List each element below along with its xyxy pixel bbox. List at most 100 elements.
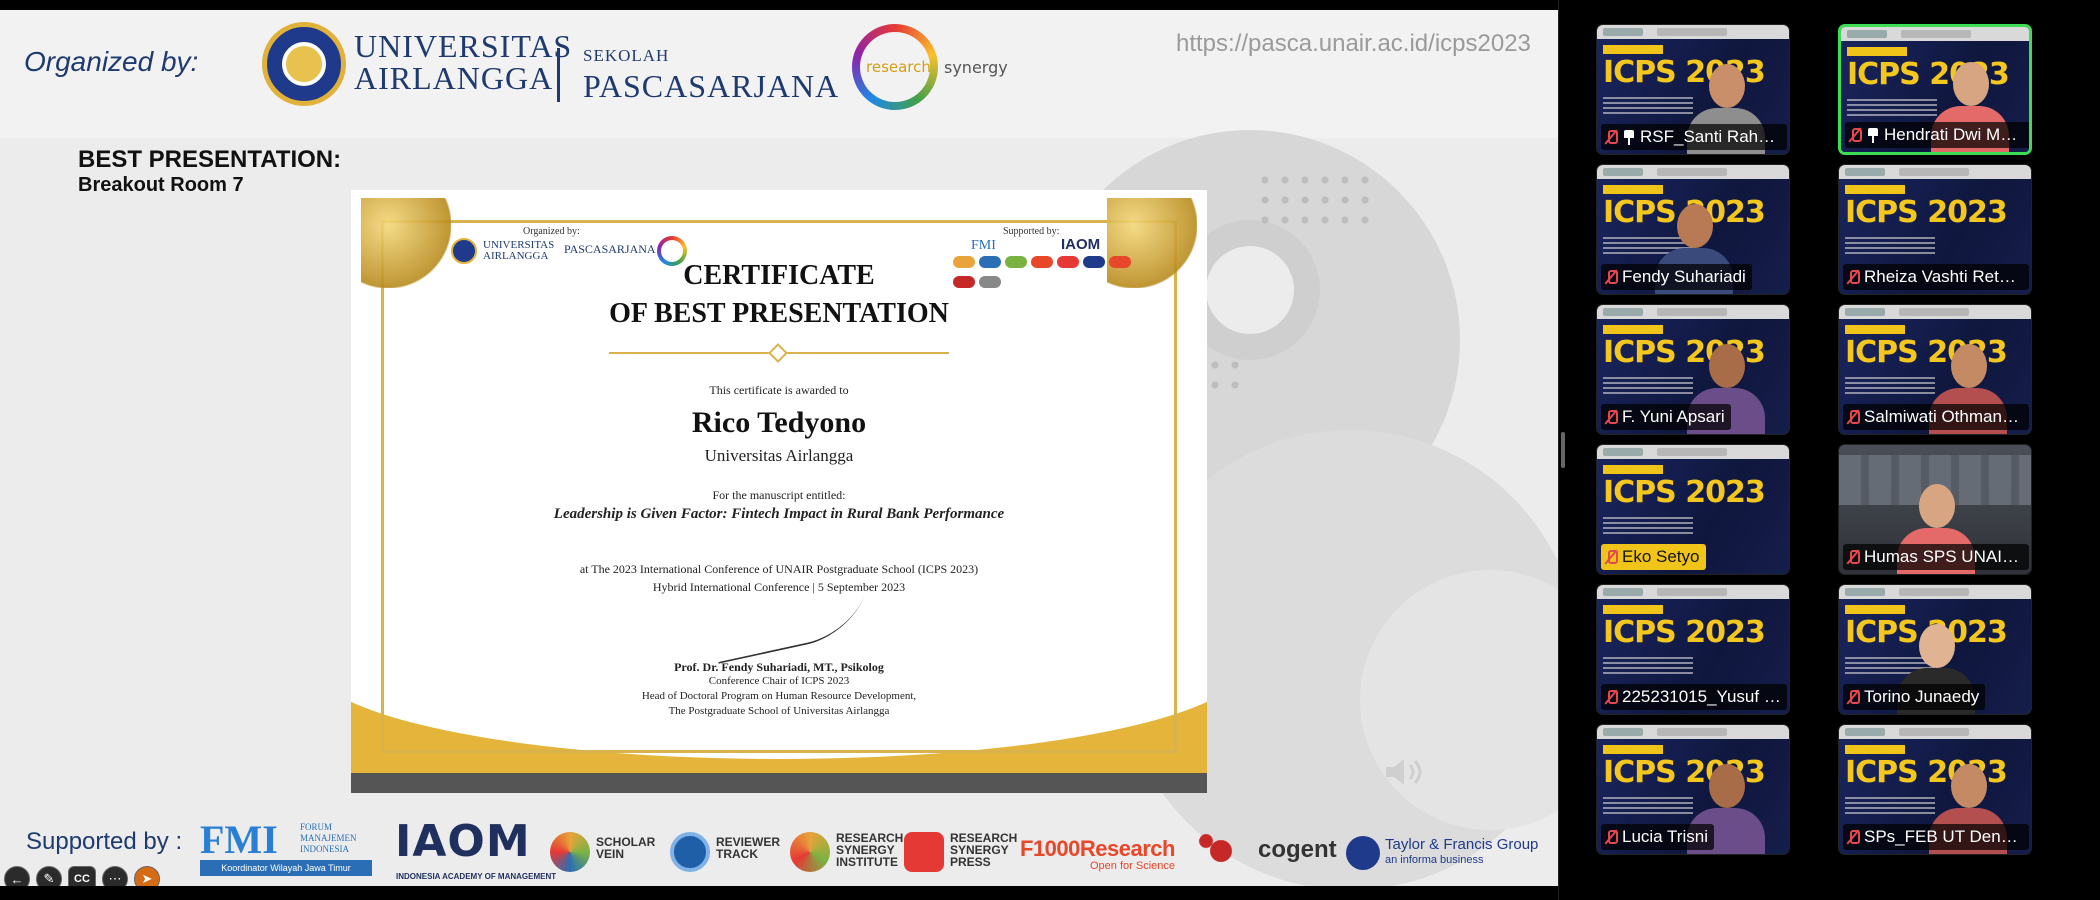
arrow-left-icon[interactable]: ← (4, 866, 30, 886)
panel-splitter (1558, 0, 1559, 900)
pen-icon[interactable]: ✎ (36, 866, 62, 886)
participant-name: Hendrati Dwi Mulyani... (1884, 125, 2025, 144)
banner-title: ICPS 2023 (1603, 615, 1766, 650)
fmi-logo-side-text: FORUM MANAJEMEN INDONESIA (300, 822, 357, 854)
mic-off-icon (1604, 269, 1618, 285)
banner-subtitle-lines (1603, 377, 1693, 395)
certificate-subtitle: OF BEST PRESENTATION (609, 298, 949, 329)
banner-subtitle-lines (1845, 797, 1935, 815)
cogent-logo: cogent (1258, 836, 1337, 863)
banner-date-bar (1845, 605, 1905, 614)
banner-logo-strip (1839, 585, 2031, 599)
school-label: PASCASARJANA (583, 68, 840, 104)
research-synergy-press-logo-icon (904, 832, 944, 872)
participant-tile[interactable]: ICPS 2023 F. Yuni Apsari (1596, 304, 1790, 435)
participant-name: Salmiwati Othman (M... (1864, 407, 2023, 426)
participant-tile[interactable]: ICPS 2023 Eko Setyo (1596, 444, 1790, 575)
awarded-to-text: This certificate is awarded to (709, 383, 849, 397)
participant-name: SPs_FEB UT Denmar... (1864, 827, 2023, 846)
signatory-role: Conference Chair of ICPS 2023 (708, 675, 850, 687)
iaom-logo: IAOM (395, 816, 531, 867)
certificate-supported-label: Supported by: (1003, 226, 1060, 237)
event-name: at The 2023 International Conference of … (579, 562, 979, 576)
participant-name-label: 225231015_Yusuf Se... (1601, 684, 1787, 710)
decor-dots (1255, 170, 1375, 230)
mic-off-icon (1846, 409, 1860, 425)
participant-name: Torino Junaedy (1864, 687, 1980, 706)
participant-name: Humas SPS UNAIR (R... (1864, 547, 2023, 566)
banner-logo-strip (1839, 165, 2031, 179)
banner-date-bar (1603, 465, 1663, 474)
mic-off-icon (1604, 689, 1618, 705)
f1000-research-subtitle: Open for Science (1090, 860, 1175, 872)
banner-date-bar (1603, 745, 1663, 754)
participant-name-label: SPs_FEB UT Denmar... (1843, 824, 2029, 850)
participant-name-label: Humas SPS UNAIR (R... (1843, 544, 2029, 570)
participant-name-label: Eko Setyo (1601, 544, 1706, 570)
banner-logo-strip (1597, 585, 1789, 599)
participant-name-label: Hendrati Dwi Mulyani... (1845, 122, 2029, 148)
participant-tile[interactable]: ICPS 2023Hendrati Dwi Mulyani... (1838, 24, 2032, 155)
banner-subtitle-lines (1603, 517, 1693, 535)
captions-button[interactable]: CC (68, 866, 96, 886)
participant-name-label: Fendy Suhariadi (1601, 264, 1752, 290)
banner-logo-strip (1597, 725, 1789, 739)
banner-subtitle-lines (1603, 97, 1693, 115)
award-title: BEST PRESENTATION: (78, 146, 342, 173)
participant-name-label: Lucia Trisni (1601, 824, 1714, 850)
signatory-name: Prof. Dr. Fendy Suhariadi, MT., Psikolog (674, 660, 884, 674)
participant-tile[interactable]: ICPS 2023SPs_FEB UT Denmar... (1838, 724, 2032, 855)
mic-off-icon (1846, 829, 1860, 845)
banner-date-bar (1845, 745, 1905, 754)
banner-date-bar (1603, 45, 1663, 54)
participant-tile[interactable]: ICPS 2023 Lucia Trisni (1596, 724, 1790, 855)
participant-tile[interactable]: ICPS 2023 RSF_Santi Rahma... (1596, 24, 1790, 155)
shared-screen: Organized by: UNIVERSITAS AIRLANGGA SEKO… (0, 10, 1558, 886)
resize-handle[interactable] (1561, 432, 1565, 468)
breakout-room-label: Breakout Room 7 (78, 174, 244, 196)
participant-tile[interactable]: ICPS 2023 Salmiwati Othman (M... (1838, 304, 2032, 435)
participant-name: RSF_Santi Rahma... (1640, 127, 1781, 146)
signatory-role: The Postgraduate School of Universitas A… (668, 705, 890, 717)
participant-name: Lucia Trisni (1622, 827, 1708, 846)
mic-off-icon (1604, 129, 1618, 145)
mic-off-icon (1604, 409, 1618, 425)
banner-subtitle-lines (1603, 797, 1693, 815)
banner-date-bar (1603, 325, 1663, 334)
banner-logo-strip (1597, 165, 1789, 179)
participant-name-label: F. Yuni Apsari (1601, 404, 1731, 430)
scholar-vein-logo-icon (550, 832, 590, 872)
participant-tile[interactable]: ICPS 2023 Rheiza Vashti Retnoni... (1838, 164, 2032, 295)
research-synergy-institute-logo: RESEARCH SYNERGY INSTITUTE (836, 831, 904, 869)
participant-tile[interactable]: ICPS 2023 Torino Junaedy (1838, 584, 2032, 715)
banner-logo-strip (1839, 725, 2031, 739)
supported-by-label: Supported by : (26, 828, 183, 855)
participant-tile[interactable]: Humas SPS UNAIR (R... (1838, 444, 2032, 575)
mic-off-icon (1604, 549, 1618, 565)
banner-subtitle-lines (1845, 237, 1935, 255)
banner-title: ICPS 2023 (1603, 475, 1766, 510)
banner-subtitle-lines (1603, 657, 1693, 675)
taylor-francis-logo: Taylor & Francis Group (1385, 836, 1539, 853)
recipient-affiliation: Universitas Airlangga (704, 446, 854, 465)
research-synergy-word: research (866, 58, 931, 76)
speaker-icon (1386, 759, 1422, 785)
more-icon[interactable]: ⋯ (102, 866, 128, 886)
cogent-logo-icon (1196, 826, 1246, 876)
banner-date-bar (1603, 185, 1663, 194)
banner-date-bar (1845, 325, 1905, 334)
pointer-icon[interactable]: ➤ (134, 866, 160, 886)
banner-subtitle-lines (1847, 99, 1937, 117)
certificate-school-name: PASCASARJANA (564, 242, 656, 256)
research-synergy-press-logo: RESEARCH SYNERGY PRESS (950, 831, 1018, 869)
participant-name: Fendy Suhariadi (1622, 267, 1746, 286)
participant-tile[interactable]: ICPS 2023 Fendy Suhariadi (1596, 164, 1790, 295)
organized-by-label: Organized by: (24, 46, 199, 77)
certificate-title: CERTIFICATE (683, 260, 875, 291)
school-label-small: SEKOLAH (583, 46, 670, 65)
taylor-francis-logo-icon (1346, 836, 1380, 870)
manuscript-label: For the manuscript entitled: (712, 488, 846, 502)
banner-date-bar (1845, 185, 1905, 194)
participant-tile[interactable]: ICPS 2023 225231015_Yusuf Se... (1596, 584, 1790, 715)
university-name: UNIVERSITAS AIRLANGGA (354, 28, 573, 96)
